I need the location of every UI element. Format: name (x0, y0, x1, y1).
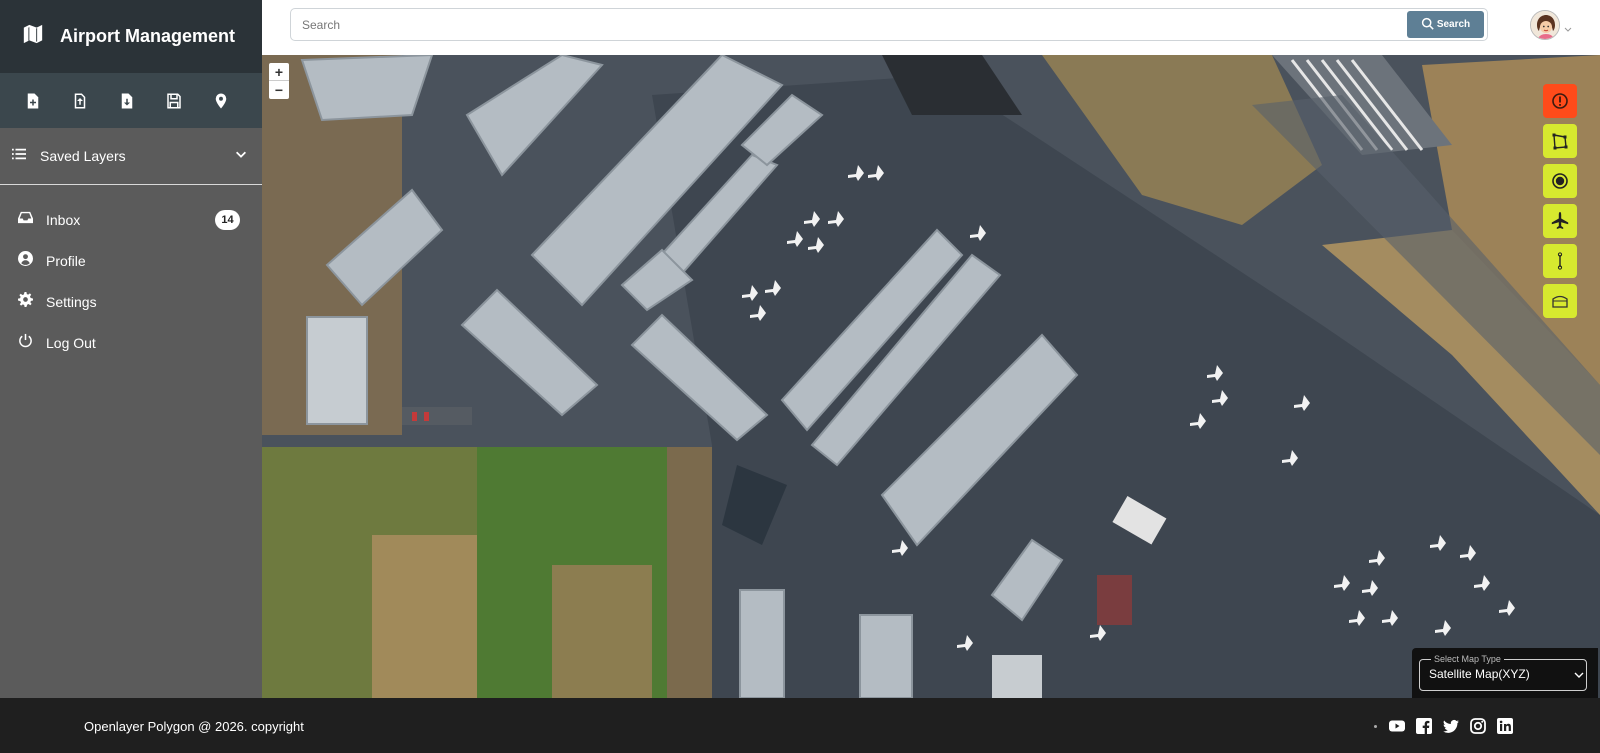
sidebar-item-label: Profile (46, 252, 86, 269)
instagram-icon[interactable] (1470, 718, 1486, 734)
sidebar-item-profile[interactable]: Profile (0, 240, 262, 281)
zoom-control: + − (269, 63, 289, 99)
circle-icon[interactable] (1543, 164, 1577, 198)
zoom-out-button[interactable]: − (269, 81, 289, 99)
map-type-select[interactable]: Select Map Type Satellite Map(XYZ) (1412, 648, 1598, 698)
map-icon (22, 23, 44, 50)
sidebar-item-logout[interactable]: Log Out (0, 322, 262, 363)
save-icon[interactable] (150, 77, 197, 124)
social-links (1374, 718, 1524, 734)
saved-layers-dropdown[interactable]: Saved Layers (0, 128, 262, 185)
avatar[interactable] (1530, 10, 1560, 40)
app-title: Airport Management (60, 26, 236, 46)
inbox-count-badge: 14 (215, 209, 240, 230)
list-icon (12, 147, 26, 166)
linkedin-icon[interactable] (1497, 718, 1513, 734)
map-view[interactable]: + − Select Map Type Satellite Map(XYZ) (262, 55, 1600, 698)
line-icon[interactable] (1543, 244, 1577, 278)
zoom-in-button[interactable]: + (269, 63, 289, 81)
hangar-icon[interactable] (1543, 284, 1577, 318)
new-file-icon[interactable] (9, 77, 56, 124)
copyright-text: Openlayer Polygon @ 2026. copyright (84, 719, 304, 734)
gear-icon (18, 291, 33, 312)
saved-layers-label: Saved Layers (40, 148, 126, 164)
polygon-icon[interactable] (1543, 124, 1577, 158)
sidebar: Airport Management Saved Layers Inbox 14… (0, 0, 262, 698)
search-input[interactable] (291, 9, 1407, 40)
top-header: Search (262, 0, 1600, 55)
search-button[interactable]: Search (1407, 11, 1484, 38)
youtube-icon[interactable] (1389, 718, 1405, 734)
upload-file-icon[interactable] (56, 77, 103, 124)
download-file-icon[interactable] (103, 77, 150, 124)
search-icon (1421, 17, 1437, 33)
sidebar-item-label: Inbox (46, 211, 81, 228)
info-icon[interactable] (1543, 84, 1577, 118)
sidebar-item-inbox[interactable]: Inbox 14 (0, 199, 262, 240)
sidebar-nav: Inbox 14 Profile Settings Log Out (0, 199, 262, 363)
map-type-value: Satellite Map(XYZ) (1429, 667, 1530, 681)
facebook-icon[interactable] (1416, 718, 1432, 734)
satellite-map-image (262, 55, 1600, 698)
sidebar-item-label: Log Out (46, 334, 96, 351)
location-pin-icon[interactable] (197, 77, 244, 124)
separator-dot (1374, 724, 1377, 728)
search-button-label: Search (1436, 19, 1471, 30)
twitter-icon[interactable] (1443, 718, 1459, 734)
user-icon (18, 250, 33, 271)
chevron-down-icon (1574, 672, 1584, 678)
chevron-down-icon (234, 147, 248, 166)
sidebar-item-label: Settings (46, 293, 97, 310)
chevron-down-icon[interactable] (1564, 20, 1572, 32)
footer: Openlayer Polygon @ 2026. copyright (0, 698, 1600, 753)
brand: Airport Management (0, 0, 262, 73)
search-bar: Search (290, 8, 1488, 41)
map-type-legend: Select Map Type (1434, 654, 1501, 664)
power-icon (18, 333, 33, 353)
file-toolbar (0, 73, 262, 128)
sidebar-item-settings[interactable]: Settings (0, 281, 262, 322)
airplane-icon[interactable] (1543, 204, 1577, 238)
inbox-icon (18, 210, 33, 230)
draw-tools (1543, 84, 1577, 324)
